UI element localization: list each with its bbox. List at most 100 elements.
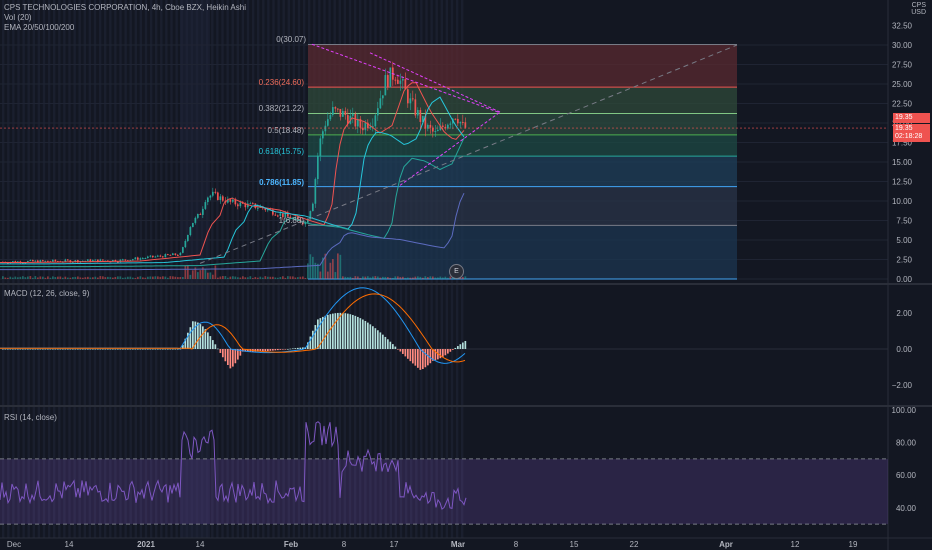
price-tick-label: 15.00 [892,158,913,167]
macd-bar [29,348,32,350]
volume-bar [4,277,7,279]
volume-bar [134,277,137,279]
candle [124,259,127,261]
volume-indicator-label[interactable]: Vol (20) [4,13,246,23]
macd-bar [207,332,209,349]
candle [209,195,212,198]
ema-indicator-label[interactable]: EMA 20/50/100/200 [4,23,246,33]
macd-bar [427,349,429,366]
volume-bar [277,277,279,279]
macd-bar [339,312,342,349]
macd-bar [409,349,412,362]
candle [354,114,357,127]
macd-bar [332,313,334,349]
macd-bar [382,334,384,349]
macd-bar [272,349,274,351]
candle [202,208,204,215]
macd-bar [2,348,4,350]
volume-bar [44,277,47,279]
volume-bar [302,276,304,279]
volume-bar [2,276,4,279]
candle [182,247,184,253]
macd-bar [317,319,319,349]
macd-bar [212,340,214,349]
macd-bar [274,349,277,351]
macd-bar [197,322,199,349]
macd-bar [447,349,449,354]
currency-symbol: CPS [911,2,926,9]
candle [407,89,409,104]
candle [222,196,224,201]
candle [67,259,69,261]
volume-bar [439,276,442,279]
chart-window: 32.5030.0027.5025.0022.5020.0017.5015.00… [0,0,932,550]
candle [382,95,384,99]
macd-bar [292,348,294,350]
candle [414,99,417,116]
volume-bar [362,276,364,279]
macd-bar [99,348,102,350]
earnings-icon[interactable]: E [449,264,464,279]
volume-bar [157,276,159,279]
candle [442,125,444,127]
volume-bar [82,277,84,279]
macd-bar [77,348,79,350]
volume-bar [232,276,234,279]
macd-bar [354,315,357,349]
macd-bar [17,348,19,350]
macd-bar [412,349,414,364]
volume-bar [129,276,132,279]
rsi-band [0,458,888,525]
macd-bar [419,349,422,370]
macd-bar [397,349,399,350]
candle [379,98,382,109]
macd-bar [442,349,444,357]
macd-label[interactable]: MACD (12, 26, close, 9) [4,289,89,298]
last-price: 19.35 [895,114,913,121]
volume-bar [137,276,139,279]
candle [29,259,32,261]
macd-bar [12,348,14,350]
candle [274,214,277,216]
volume-bar [49,277,52,279]
volume-bar [132,277,134,279]
volume-bar [274,277,277,279]
candle [152,255,154,258]
candle [419,110,422,122]
macd-bar [282,349,284,350]
rsi-label[interactable]: RSI (14, close) [4,413,57,422]
macd-bar [222,349,224,358]
candle [332,107,334,116]
candle [417,110,419,116]
candle [429,124,432,128]
volume-bar [444,276,447,279]
volume-bar [27,276,29,279]
volume-bar [37,277,39,279]
macd-bar [324,315,327,349]
volume-bar [394,276,397,279]
time-tick-label: 8 [514,540,519,549]
volume-bar [257,277,259,279]
macd-bar [97,348,99,350]
macd-bar [234,349,237,364]
macd-bar [84,348,87,350]
macd-bar [314,325,317,349]
macd-bar [349,314,352,349]
symbol-title[interactable]: CPS TECHNOLOGIES CORPORATION, 4h, Cboe B… [4,3,246,13]
macd-bar [169,348,172,350]
volume-bar [9,276,12,279]
candle [144,257,147,259]
macd-bar [89,348,92,350]
macd-bar [164,348,167,350]
volume-bar [217,277,219,279]
chart-canvas[interactable]: 32.5030.0027.5025.0022.5020.0017.5015.00… [0,0,932,550]
macd-bar [464,340,467,349]
candle [192,222,194,228]
macd-bar [372,326,374,349]
candle [204,202,207,209]
candle [239,202,242,207]
volume-bar [369,277,372,279]
volume-bar [447,277,449,279]
macd-bar [52,348,54,350]
volume-bar [397,276,399,279]
